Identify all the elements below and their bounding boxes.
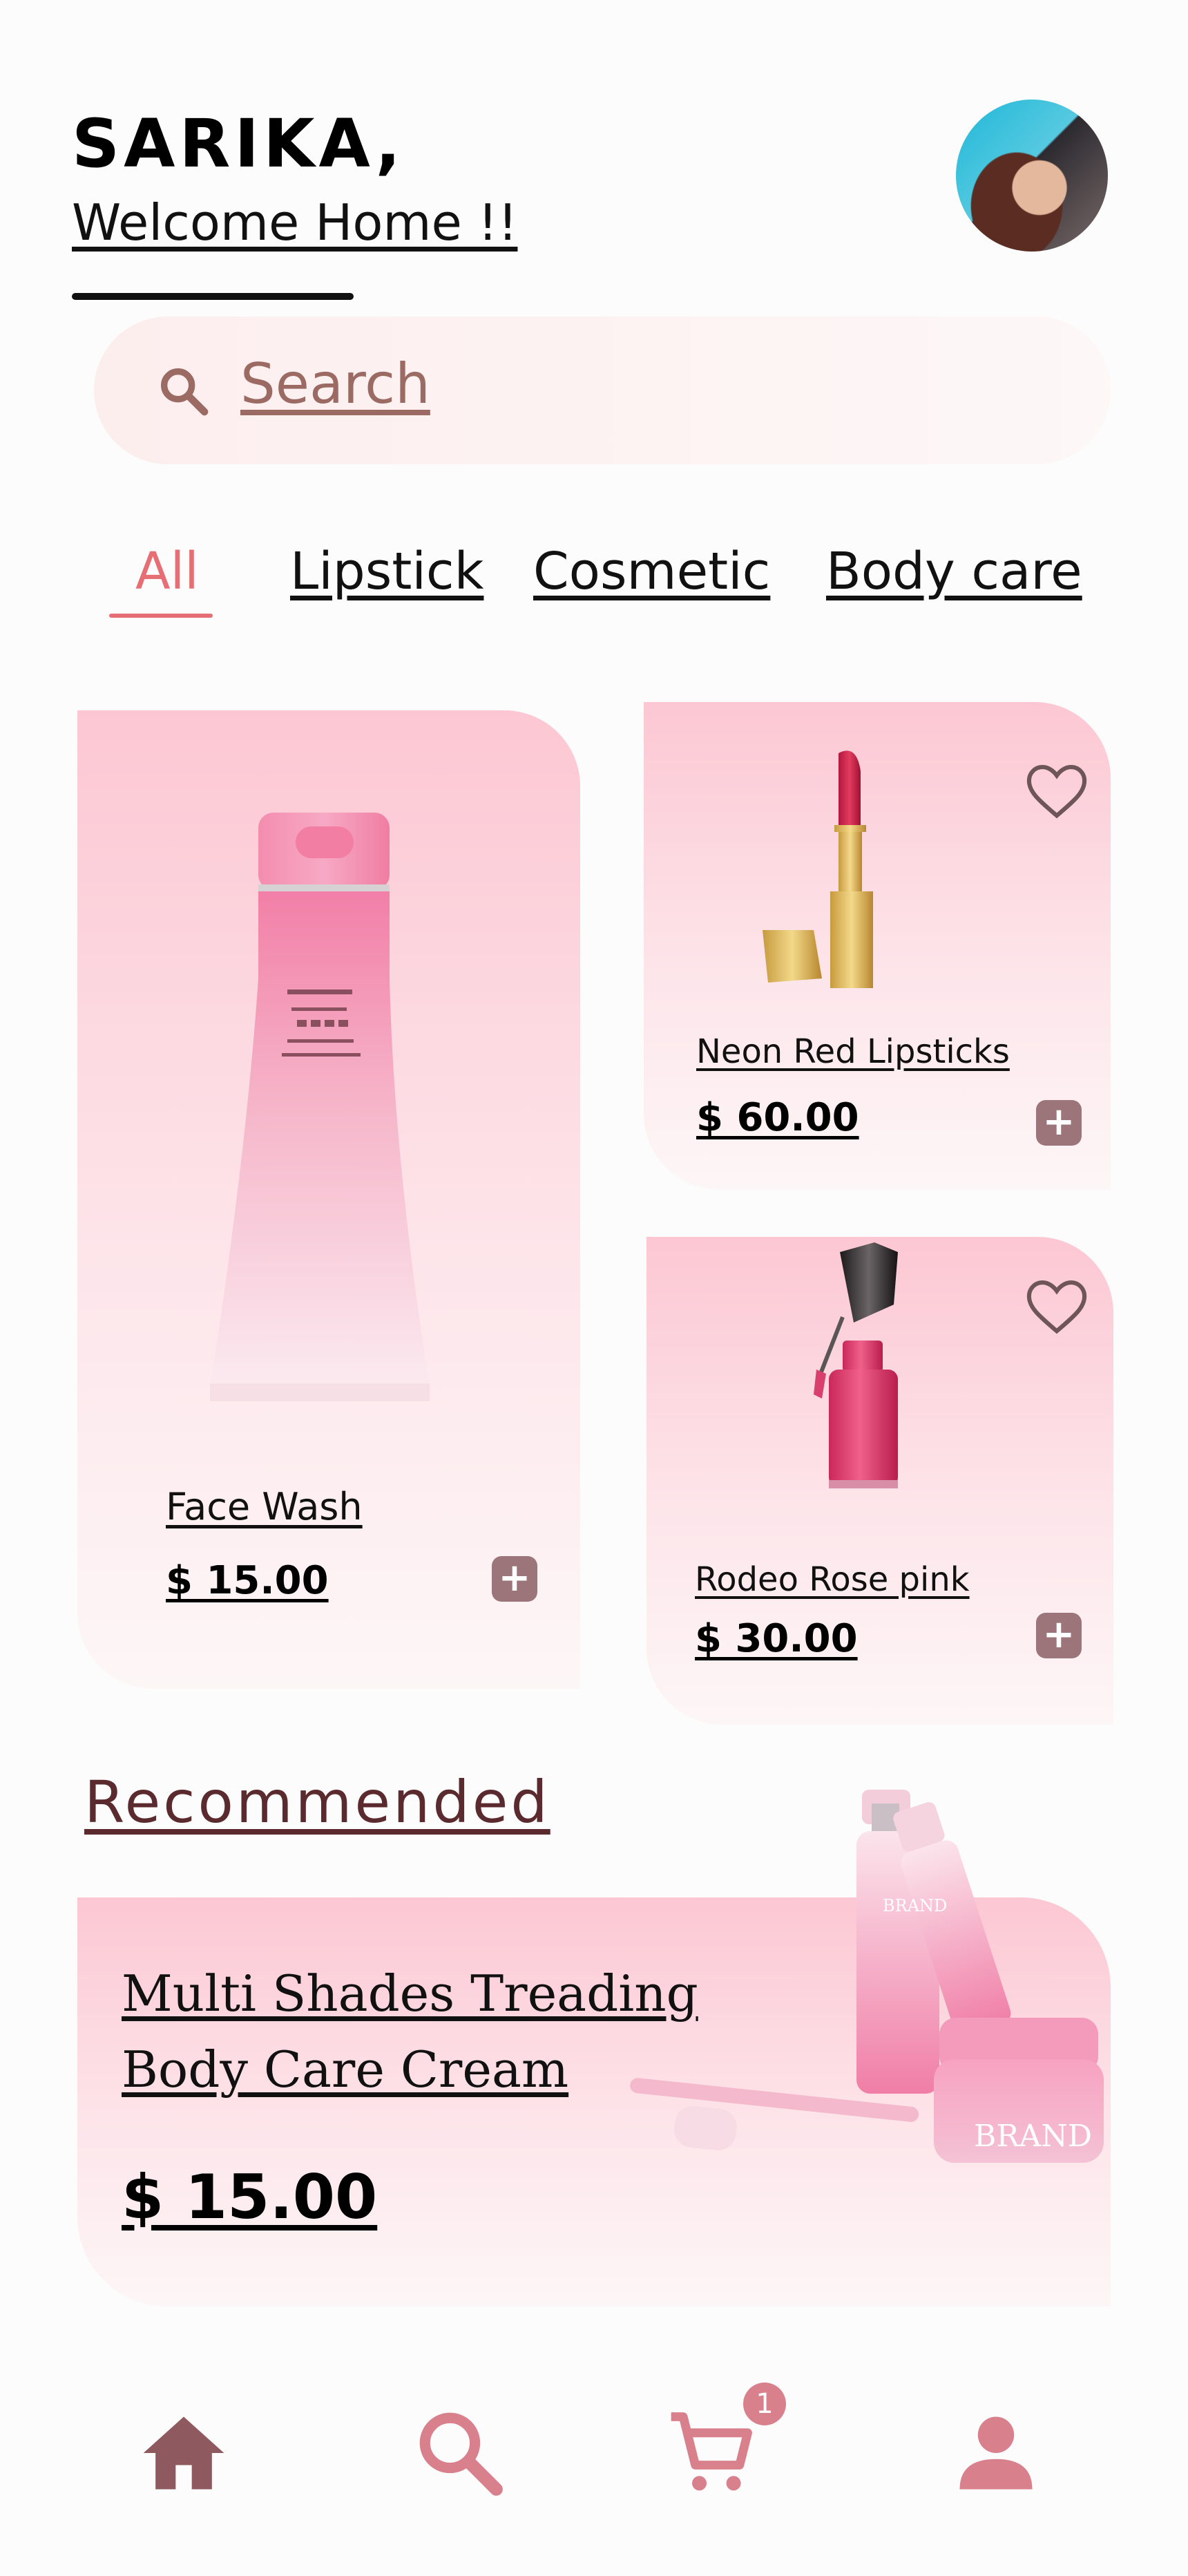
tab-lipstick[interactable]: Lipstick bbox=[290, 546, 483, 597]
profile-icon[interactable] bbox=[948, 2405, 1044, 2501]
product-price: $ 30.00 bbox=[695, 1616, 858, 1661]
user-name: SARIKA, bbox=[72, 105, 405, 182]
nail-polish-image bbox=[814, 1242, 898, 1488]
tab-all[interactable]: All bbox=[135, 546, 199, 597]
tab-cosmetic[interactable]: Cosmetic bbox=[533, 546, 770, 597]
avatar[interactable] bbox=[956, 100, 1108, 252]
recommended-product-price: $ 15.00 bbox=[122, 2161, 378, 2233]
product-price: $ 15.00 bbox=[166, 1558, 329, 1603]
face-wash-tube-image bbox=[210, 813, 430, 1401]
product-name[interactable]: Rodeo Rose pink bbox=[695, 1563, 970, 1596]
cart-icon[interactable] bbox=[663, 2405, 760, 2501]
search-input[interactable]: Search bbox=[240, 357, 430, 412]
add-to-cart-button[interactable]: + bbox=[492, 1556, 537, 1602]
cart-count-badge: 1 bbox=[743, 2383, 786, 2425]
welcome-text: Welcome Home !! bbox=[72, 193, 518, 252]
lipstick-image bbox=[763, 750, 873, 988]
add-to-cart-button[interactable]: + bbox=[1036, 1613, 1082, 1658]
tab-body-care[interactable]: Body care bbox=[826, 546, 1082, 597]
product-price: $ 60.00 bbox=[696, 1095, 859, 1140]
tab-active-indicator bbox=[109, 614, 213, 618]
product-name[interactable]: Neon Red Lipsticks bbox=[696, 1035, 1010, 1068]
add-to-cart-button[interactable]: + bbox=[1036, 1100, 1082, 1146]
cosmetics-set-image: BRAND BRAND bbox=[630, 1790, 1104, 2163]
search-icon[interactable] bbox=[412, 2405, 508, 2501]
heart-icon[interactable] bbox=[1025, 1278, 1089, 1336]
heart-icon[interactable] bbox=[1025, 763, 1089, 821]
search-icon bbox=[161, 368, 209, 416]
product-name[interactable]: Face Wash bbox=[166, 1488, 363, 1526]
home-icon[interactable] bbox=[135, 2405, 232, 2501]
header-divider bbox=[72, 293, 354, 300]
brand-label: BRAND bbox=[974, 2119, 1092, 2154]
brand-label: BRAND bbox=[883, 1896, 947, 1915]
section-title-recommended: Recommended bbox=[84, 1768, 550, 1836]
